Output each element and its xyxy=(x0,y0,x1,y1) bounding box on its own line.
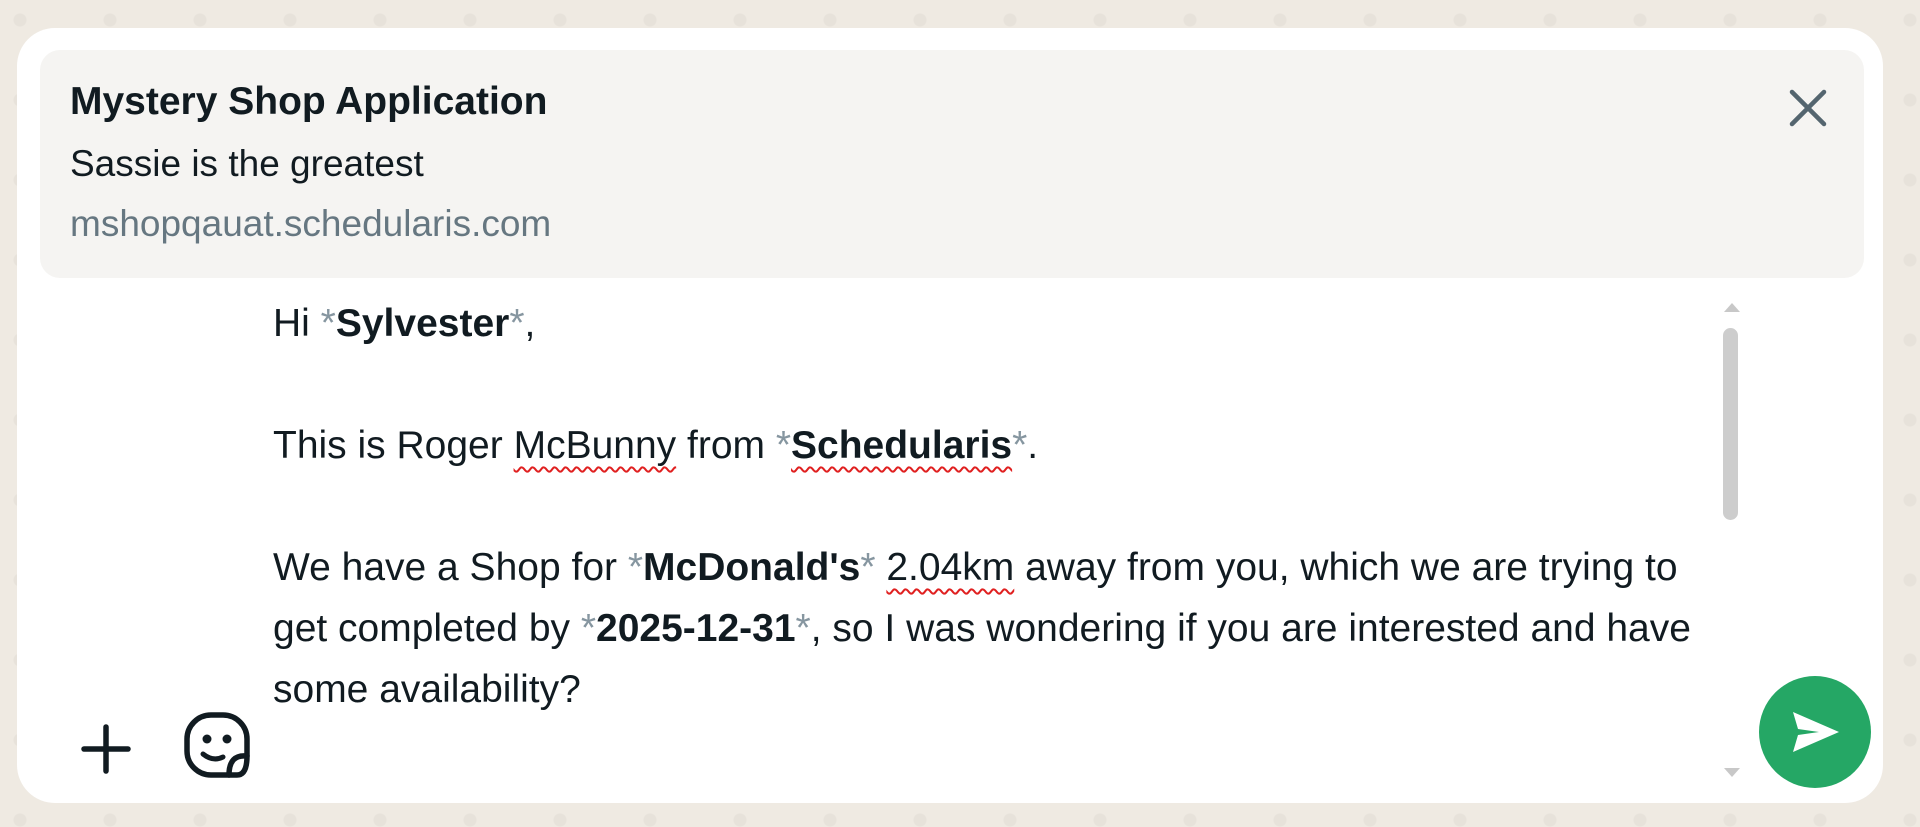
close-preview-button[interactable] xyxy=(1780,80,1836,136)
bold-marker: * xyxy=(860,546,876,589)
sender-name: McBunny xyxy=(513,424,677,467)
link-preview[interactable]: Mystery Shop Application Sassie is the g… xyxy=(40,50,1864,278)
shop-space xyxy=(876,546,887,589)
shop-distance: 2.04km xyxy=(886,546,1015,589)
message-intro-line: This is Roger McBunny from *Schedularis*… xyxy=(273,415,1693,476)
bold-marker: * xyxy=(775,424,792,467)
bold-marker: * xyxy=(580,607,597,650)
link-preview-description: Sassie is the greatest xyxy=(70,143,424,184)
link-preview-url: mshopqauat.schedularis.com xyxy=(70,203,552,244)
send-button[interactable] xyxy=(1759,676,1871,788)
sticker-button[interactable] xyxy=(167,698,267,798)
greeting-prefix: Hi xyxy=(273,302,321,345)
close-icon xyxy=(1789,89,1827,127)
bold-marker: * xyxy=(320,302,336,345)
attach-button[interactable] xyxy=(63,706,149,792)
recipient-name: Sylvester xyxy=(335,302,510,345)
bold-marker: * xyxy=(795,607,811,650)
intro-suffix: . xyxy=(1027,424,1039,467)
scrollbar-thumb[interactable] xyxy=(1723,328,1738,520)
link-preview-title: Mystery Shop Application xyxy=(70,80,548,123)
message-shop-paragraph: We have a Shop for *McDonald's* 2.04km a… xyxy=(273,537,1693,720)
intro-from: from xyxy=(676,424,776,467)
due-date: 2025-12-31 xyxy=(596,607,796,650)
scroll-down-arrow[interactable] xyxy=(1724,768,1740,777)
message-input[interactable]: Hi *Sylvester*, This is Roger McBunny fr… xyxy=(273,293,1693,763)
shop-prefix: We have a Shop for xyxy=(273,546,628,589)
scroll-up-arrow[interactable] xyxy=(1724,303,1740,312)
intro-prefix: This is Roger xyxy=(273,424,514,467)
bold-marker: * xyxy=(509,302,525,345)
shop-name: McDonald's xyxy=(643,546,861,589)
message-composer: Mystery Shop Application Sassie is the g… xyxy=(17,28,1883,803)
bold-marker: * xyxy=(627,546,644,589)
send-icon xyxy=(1793,712,1839,752)
company-name: Schedularis xyxy=(791,424,1013,467)
message-greeting-line: Hi *Sylvester*, xyxy=(273,293,1693,354)
sticker-icon xyxy=(184,712,250,778)
greeting-suffix: , xyxy=(524,302,536,345)
plus-icon xyxy=(81,724,131,774)
bold-marker: * xyxy=(1012,424,1028,467)
